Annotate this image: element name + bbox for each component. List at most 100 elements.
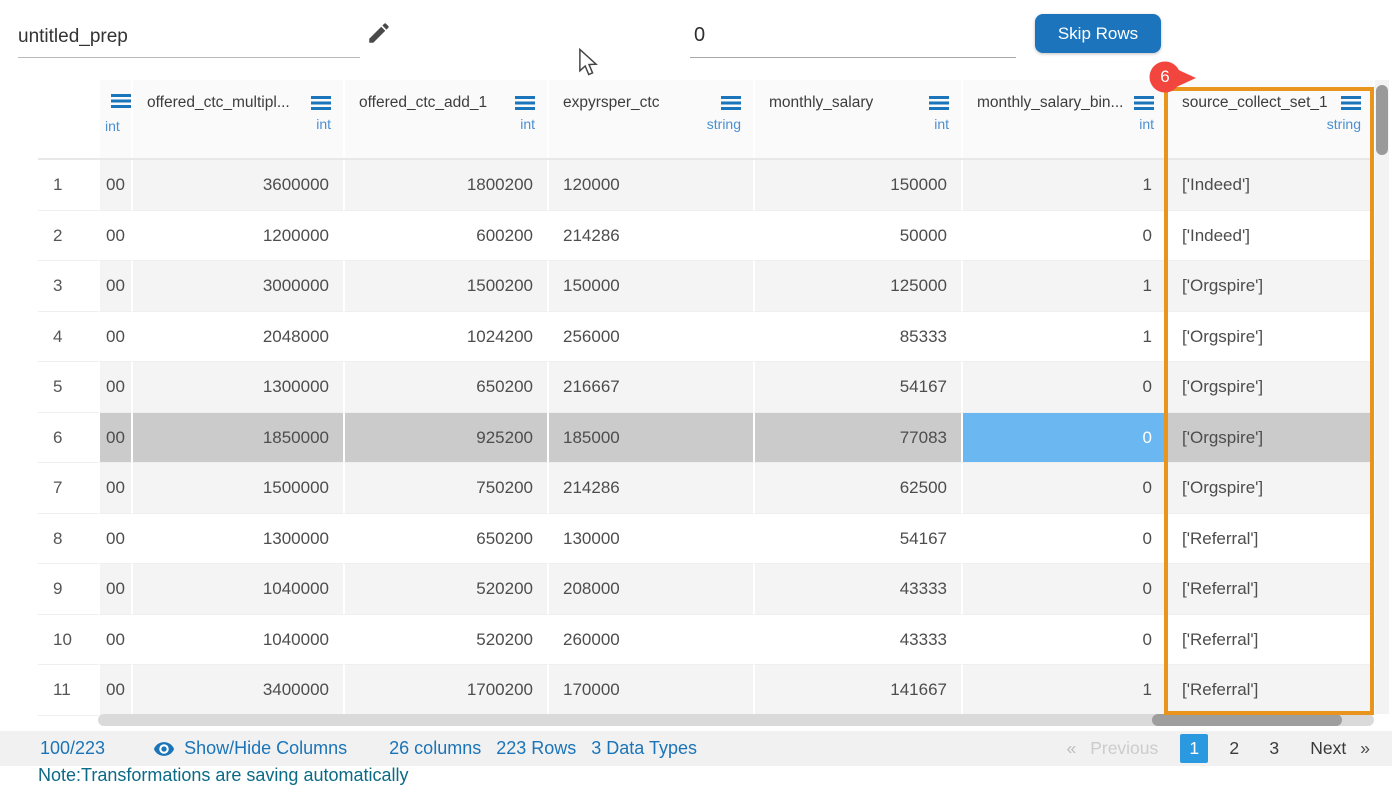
- table-cell[interactable]: 43333: [753, 564, 961, 615]
- table-cell[interactable]: 125000: [753, 261, 961, 312]
- table-cell[interactable]: 00: [98, 312, 131, 363]
- column-header-expyrsper-ctc[interactable]: expyrsper_ctc string: [547, 80, 753, 158]
- table-cell[interactable]: ['Referral']: [1166, 564, 1373, 615]
- column-menu-icon[interactable]: [1341, 96, 1361, 111]
- table-cell[interactable]: 00: [98, 514, 131, 565]
- table-cell[interactable]: ['Orgspire']: [1166, 362, 1373, 413]
- column-header-offered-ctc-add-1[interactable]: offered_ctc_add_1 int: [343, 80, 547, 158]
- table-cell[interactable]: 141667: [753, 665, 961, 716]
- table-cell[interactable]: 54167: [753, 514, 961, 565]
- table-cell[interactable]: 0: [961, 463, 1166, 514]
- table-cell[interactable]: 1200000: [131, 211, 343, 262]
- table-cell[interactable]: ['Orgspire']: [1166, 312, 1373, 363]
- show-hide-columns-button[interactable]: Show/Hide Columns: [153, 738, 347, 760]
- table-cell[interactable]: 00: [98, 463, 131, 514]
- table-cell[interactable]: 54167: [753, 362, 961, 413]
- column-header-truncated[interactable]: int: [98, 80, 131, 158]
- first-page-arrow[interactable]: «: [1066, 738, 1076, 759]
- table-cell[interactable]: ['Orgspire']: [1166, 261, 1373, 312]
- table-cell[interactable]: 520200: [343, 564, 547, 615]
- table-cell[interactable]: 3000000: [131, 261, 343, 312]
- column-header-offered-ctc-multipl[interactable]: offered_ctc_multipl... int: [131, 80, 343, 158]
- table-cell[interactable]: 1: [961, 665, 1166, 716]
- table-cell[interactable]: ['Referral']: [1166, 615, 1373, 666]
- table-cell[interactable]: 62500: [753, 463, 961, 514]
- table-cell[interactable]: 1024200: [343, 312, 547, 363]
- table-cell[interactable]: ['Orgspire']: [1166, 463, 1373, 514]
- table-cell[interactable]: 0: [961, 564, 1166, 615]
- table-cell[interactable]: 0: [961, 362, 1166, 413]
- horizontal-scrollbar-thumb[interactable]: [1152, 714, 1342, 726]
- table-cell[interactable]: 1500200: [343, 261, 547, 312]
- table-cell[interactable]: 925200: [343, 413, 547, 464]
- table-cell[interactable]: 00: [98, 211, 131, 262]
- table-cell[interactable]: 1800200: [343, 160, 547, 211]
- rows-count[interactable]: 223 Rows: [496, 738, 576, 759]
- table-cell[interactable]: 1: [961, 261, 1166, 312]
- table-cell[interactable]: ['Referral']: [1166, 514, 1373, 565]
- table-cell[interactable]: 85333: [753, 312, 961, 363]
- table-cell[interactable]: ['Referral']: [1166, 665, 1373, 716]
- columns-count[interactable]: 26 columns: [389, 738, 481, 759]
- table-cell[interactable]: 3400000: [131, 665, 343, 716]
- table-cell[interactable]: ['Orgspire']: [1166, 413, 1373, 464]
- column-menu-icon[interactable]: [111, 94, 131, 109]
- table-cell[interactable]: 1300000: [131, 514, 343, 565]
- skip-rows-input[interactable]: 0: [690, 14, 1016, 58]
- table-cell[interactable]: ['Indeed']: [1166, 211, 1373, 262]
- table-cell[interactable]: 0: [961, 211, 1166, 262]
- table-cell[interactable]: 650200: [343, 362, 547, 413]
- table-cell[interactable]: 00: [98, 160, 131, 211]
- table-cell[interactable]: 00: [98, 261, 131, 312]
- table-cell[interactable]: 1850000: [131, 413, 343, 464]
- table-cell[interactable]: ['Indeed']: [1166, 160, 1373, 211]
- column-menu-icon[interactable]: [515, 96, 535, 111]
- previous-page-button[interactable]: Previous: [1090, 738, 1158, 759]
- table-cell[interactable]: 00: [98, 615, 131, 666]
- table-cell[interactable]: 520200: [343, 615, 547, 666]
- page-button-2[interactable]: 2: [1220, 734, 1248, 763]
- table-cell[interactable]: 130000: [547, 514, 753, 565]
- table-cell[interactable]: 00: [98, 413, 131, 464]
- table-cell[interactable]: 170000: [547, 665, 753, 716]
- table-cell[interactable]: 00: [98, 564, 131, 615]
- table-cell[interactable]: 1040000: [131, 564, 343, 615]
- page-button-1[interactable]: 1: [1180, 734, 1208, 763]
- vertical-scrollbar-thumb[interactable]: [1376, 85, 1388, 155]
- table-cell[interactable]: 256000: [547, 312, 753, 363]
- table-cell[interactable]: 260000: [547, 615, 753, 666]
- column-header-monthly-salary-bin[interactable]: monthly_salary_bin... int: [961, 80, 1166, 158]
- column-menu-icon[interactable]: [721, 96, 741, 111]
- last-page-arrow[interactable]: »: [1360, 738, 1370, 759]
- column-header-source-collect-set-1[interactable]: source_collect_set_1 string: [1166, 80, 1373, 158]
- next-page-button[interactable]: Next: [1310, 738, 1346, 759]
- table-cell[interactable]: 120000: [547, 160, 753, 211]
- table-cell[interactable]: 650200: [343, 514, 547, 565]
- table-cell[interactable]: 208000: [547, 564, 753, 615]
- table-cell[interactable]: 1040000: [131, 615, 343, 666]
- table-cell[interactable]: 0: [961, 413, 1166, 464]
- table-cell[interactable]: 43333: [753, 615, 961, 666]
- table-cell[interactable]: 00: [98, 665, 131, 716]
- column-menu-icon[interactable]: [929, 96, 949, 111]
- data-types-count[interactable]: 3 Data Types: [591, 738, 697, 759]
- table-cell[interactable]: 00: [98, 362, 131, 413]
- table-cell[interactable]: 1: [961, 160, 1166, 211]
- table-cell[interactable]: 600200: [343, 211, 547, 262]
- table-cell[interactable]: 1: [961, 312, 1166, 363]
- table-cell[interactable]: 185000: [547, 413, 753, 464]
- edit-pencil-icon[interactable]: [366, 20, 392, 46]
- column-menu-icon[interactable]: [1134, 96, 1154, 111]
- table-cell[interactable]: 2048000: [131, 312, 343, 363]
- column-header-monthly-salary[interactable]: monthly_salary int: [753, 80, 961, 158]
- table-cell[interactable]: 150000: [547, 261, 753, 312]
- table-cell[interactable]: 3600000: [131, 160, 343, 211]
- table-cell[interactable]: 50000: [753, 211, 961, 262]
- prep-name-input[interactable]: untitled_prep: [18, 16, 360, 58]
- table-cell[interactable]: 214286: [547, 463, 753, 514]
- page-button-3[interactable]: 3: [1260, 734, 1288, 763]
- skip-rows-button[interactable]: Skip Rows: [1035, 14, 1161, 53]
- table-cell[interactable]: 0: [961, 615, 1166, 666]
- column-menu-icon[interactable]: [311, 96, 331, 111]
- table-cell[interactable]: 750200: [343, 463, 547, 514]
